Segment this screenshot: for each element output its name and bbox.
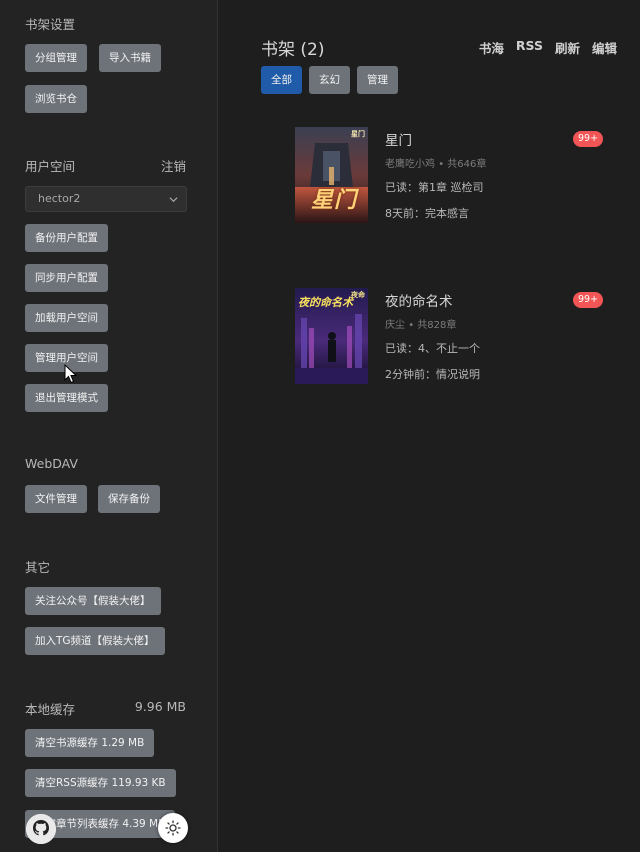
cover-tag: 星门: [351, 130, 365, 138]
book-item[interactable]: 夜命 夜的命名术 夜的命名术 庆尘 • 共828章 已读：4、不止一个 2分钟前…: [295, 288, 605, 388]
meta-separator: •: [438, 159, 448, 170]
theme-toggle-button[interactable]: [158, 813, 188, 843]
book-chapters: 共828章: [417, 320, 457, 331]
browse-warehouse-button[interactable]: 浏览书仓: [25, 85, 87, 113]
top-nav: 书海 RSS 刷新 编辑: [479, 38, 617, 57]
load-user-space-button[interactable]: 加载用户空间: [25, 304, 108, 332]
backup-user-config-button[interactable]: 备份用户配置: [25, 224, 108, 252]
cache-title: 本地缓存: [25, 702, 76, 717]
edit-link[interactable]: 编辑: [592, 38, 617, 57]
file-manage-button[interactable]: 文件管理: [25, 485, 87, 513]
book-meta: 老鹰吃小鸡 • 共646章: [385, 155, 486, 170]
follow-account-button[interactable]: 关注公众号【假装大佬】: [25, 587, 161, 615]
logout-link[interactable]: 注销: [161, 156, 186, 175]
user-space-title: 用户空间: [25, 159, 76, 174]
cover-title: 夜的命名术: [298, 296, 353, 309]
book-title[interactable]: 星门: [385, 129, 412, 149]
chevron-down-icon: [169, 197, 178, 203]
join-tg-button[interactable]: 加入TG频道【假装大佬】: [25, 627, 165, 655]
rss-link[interactable]: RSS: [516, 38, 543, 57]
unread-badge: 99+: [573, 131, 604, 147]
import-books-button[interactable]: 导入书籍: [99, 44, 161, 72]
sun-icon: [165, 820, 181, 836]
book-cover: 星门 星门: [295, 127, 368, 223]
cover-title: 星门: [311, 188, 358, 213]
book-meta: 庆尘 • 共828章: [385, 316, 456, 331]
github-icon[interactable]: [26, 814, 56, 844]
sync-user-config-button[interactable]: 同步用户配置: [25, 264, 108, 292]
others-title: 其它: [25, 560, 51, 575]
tab-manage[interactable]: 管理: [357, 66, 398, 94]
cache-size: 9.96 MB: [134, 699, 186, 714]
book-latest-chapter: 8天前：完本感言: [385, 207, 469, 220]
group-manage-button[interactable]: 分组管理: [25, 44, 87, 72]
clear-rss-cache-button[interactable]: 清空RSS源缓存 119.93 KB: [25, 769, 176, 797]
save-backup-button[interactable]: 保存备份: [98, 485, 160, 513]
meta-separator: •: [408, 320, 418, 331]
book-sea-link[interactable]: 书海: [479, 38, 504, 57]
book-read-progress: 已读：第1章 巡检司: [385, 181, 484, 194]
tab-xuanhuan[interactable]: 玄幻: [309, 66, 350, 94]
book-author: 老鹰吃小鸡: [385, 159, 435, 170]
user-select[interactable]: hector2: [25, 186, 187, 212]
tab-all[interactable]: 全部: [261, 66, 302, 94]
bookshelf-panel: 书架 (2) 书海 RSS 刷新 编辑 全部 玄幻 管理 星门 星门 星门 老鹰…: [219, 0, 640, 852]
cover-tag: 夜命: [351, 291, 365, 299]
refresh-link[interactable]: 刷新: [555, 38, 580, 57]
user-select-value: hector2: [38, 192, 81, 205]
clear-source-cache-button[interactable]: 清空书源缓存 1.29 MB: [25, 729, 155, 757]
unread-badge: 99+: [573, 292, 604, 308]
book-item[interactable]: 星门 星门 星门 老鹰吃小鸡 • 共646章 已读：第1章 巡检司 8天前：完本…: [295, 127, 605, 227]
webdav-title: WebDAV: [25, 456, 78, 471]
sidebar: 书架设置 分组管理 导入书籍 浏览书仓 用户空间 注销 hector2 备份用户…: [0, 0, 218, 852]
book-title[interactable]: 夜的命名术: [385, 290, 453, 310]
book-chapters: 共646章: [447, 159, 487, 170]
book-read-progress: 已读：4、不止一个: [385, 342, 480, 355]
exit-manage-mode-button[interactable]: 退出管理模式: [25, 384, 108, 412]
book-author: 庆尘: [385, 320, 405, 331]
shelf-settings-title: 书架设置: [25, 17, 76, 32]
mouse-cursor-icon: [64, 364, 78, 384]
book-cover: 夜命 夜的命名术: [295, 288, 368, 384]
page-title: 书架 (2): [261, 40, 325, 60]
book-latest-chapter: 2分钟前：情况说明: [385, 368, 480, 381]
